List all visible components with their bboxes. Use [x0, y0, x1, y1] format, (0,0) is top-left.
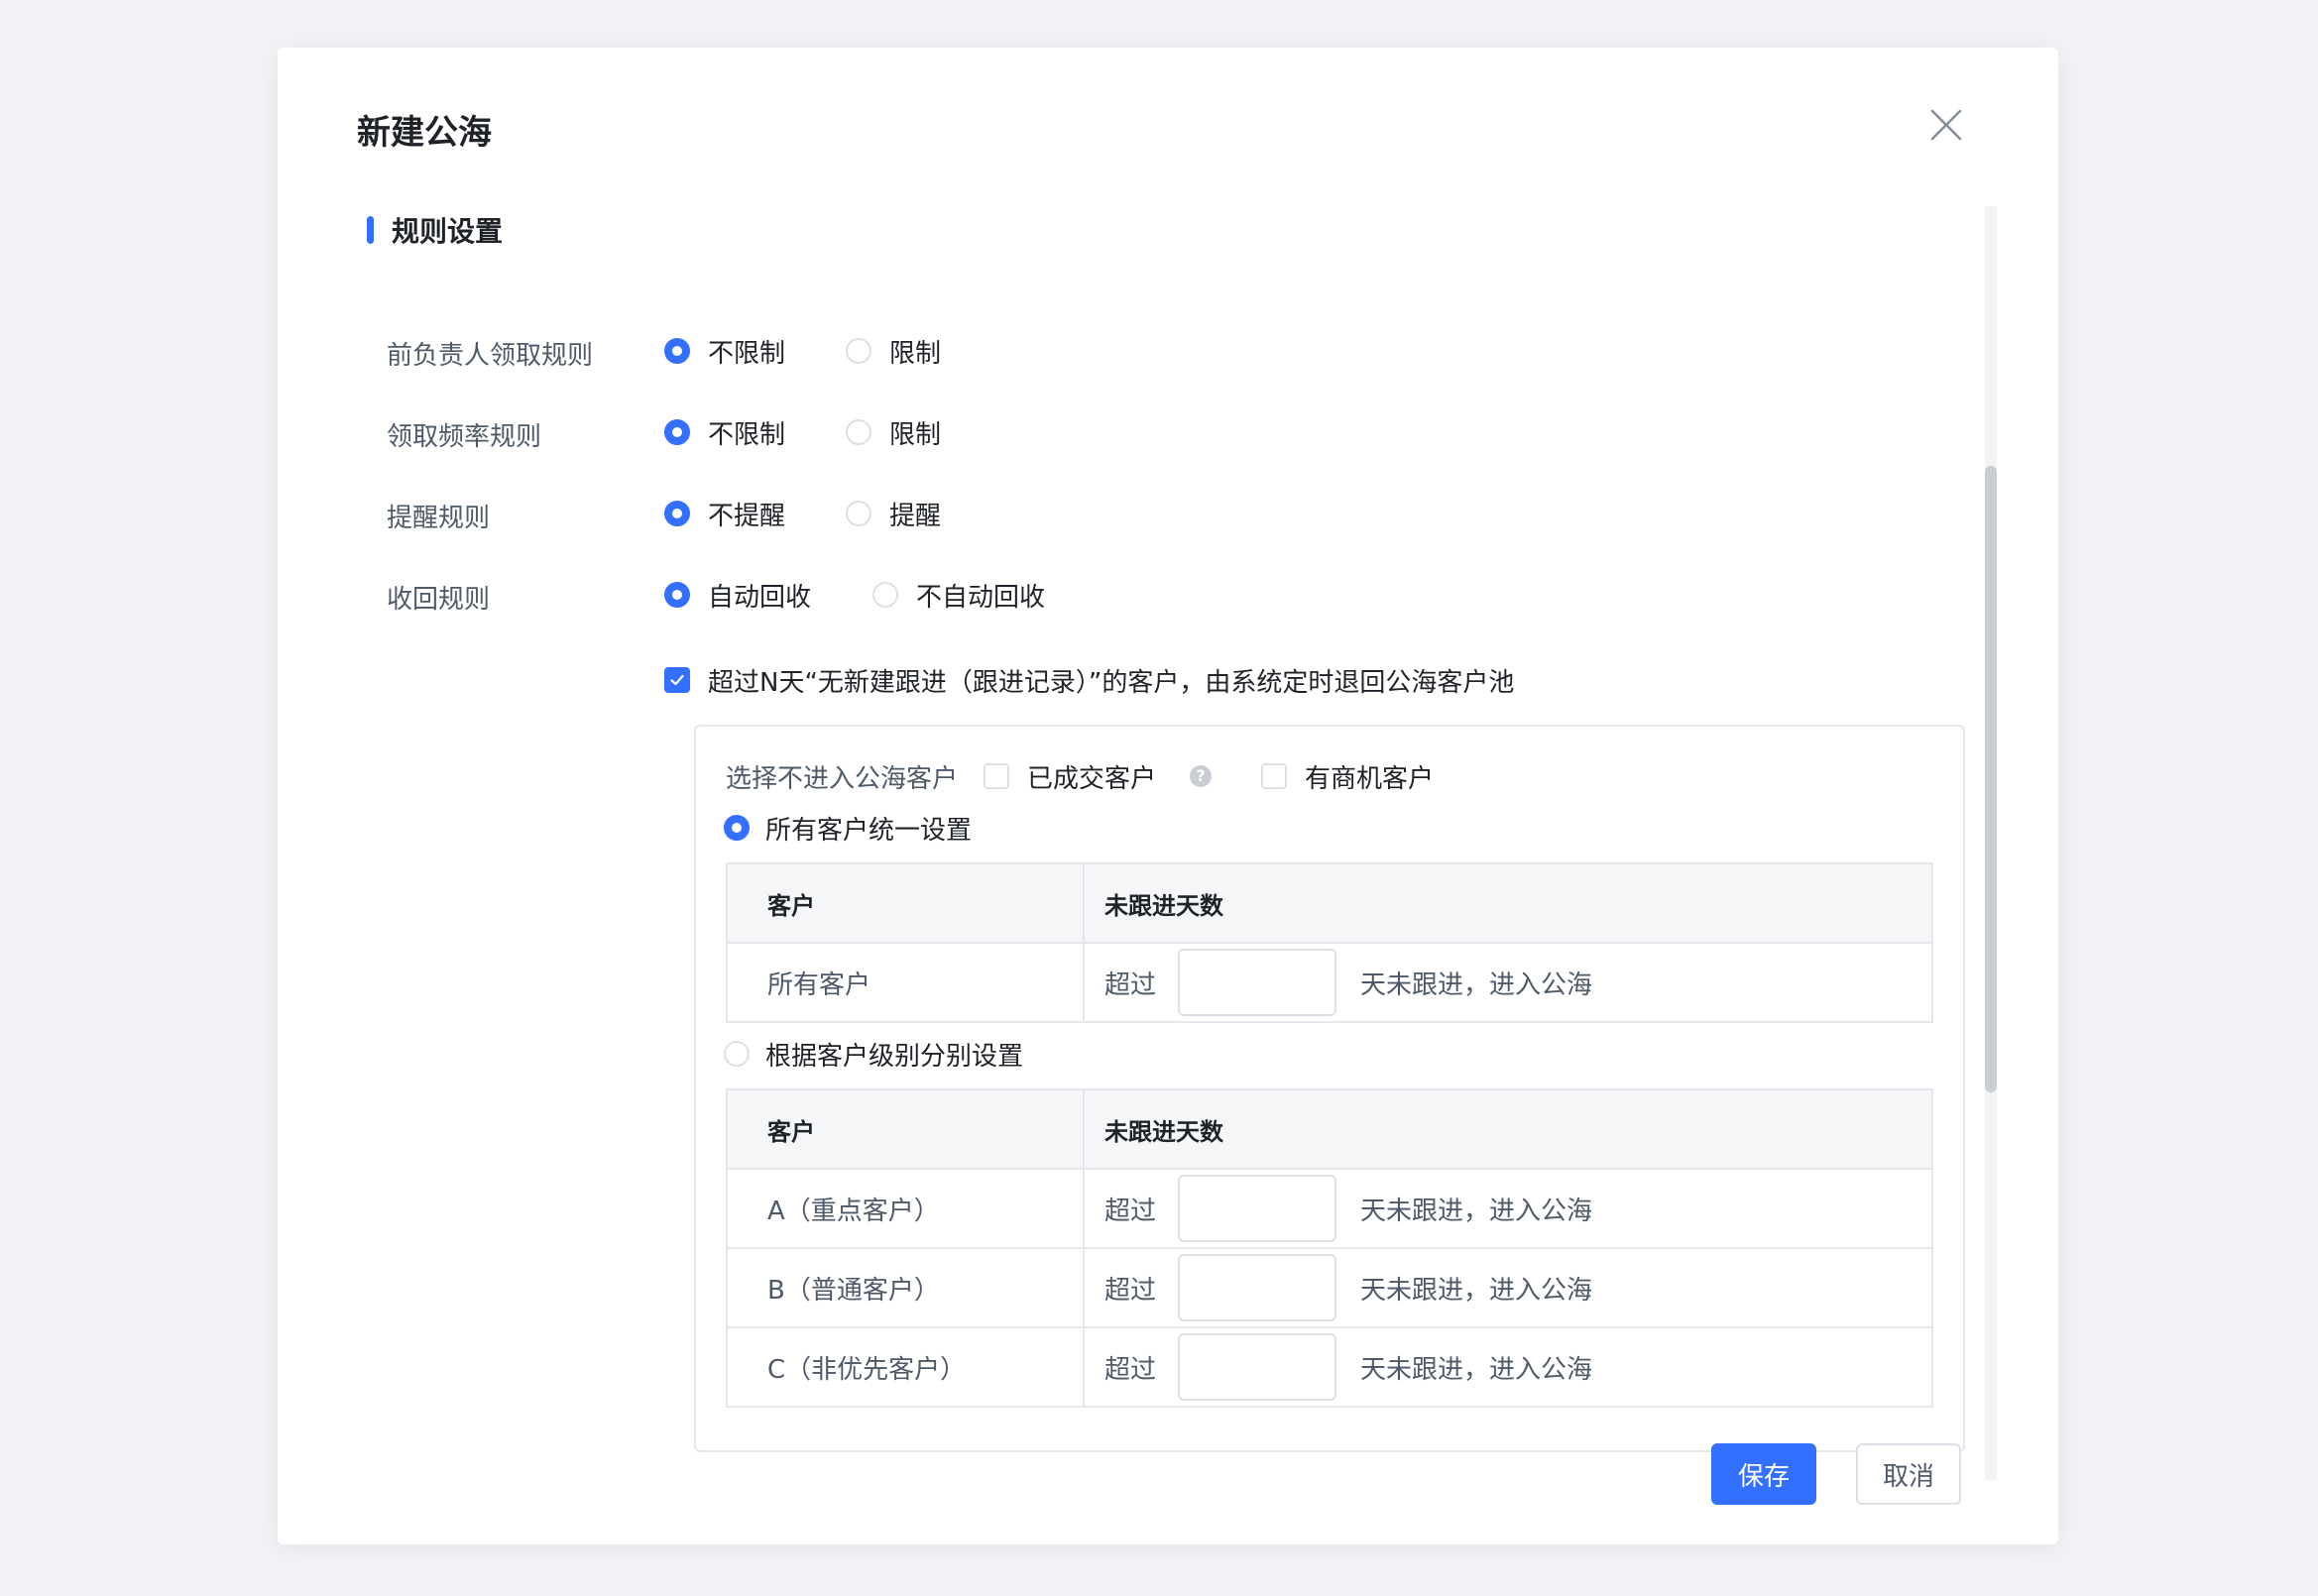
- section-accent-bar: [367, 216, 374, 244]
- radio-option-no-auto-reclaim[interactable]: 不自动回收: [872, 575, 1045, 615]
- exclude-closed-deal-checkbox[interactable]: 已成交客户: [984, 758, 1156, 795]
- radio-label: 自动回收: [708, 582, 812, 613]
- exclude-opportunity-checkbox[interactable]: 有商机客户: [1261, 758, 1434, 795]
- radio-label: 不提醒: [708, 501, 786, 531]
- save-button[interactable]: 保存: [1711, 1443, 1816, 1505]
- radio-mode-by-level[interactable]: 根据客户级别分别设置: [724, 1034, 1023, 1074]
- exclude-label: 选择不进入公海客户: [726, 763, 959, 794]
- days-suffix: 天未跟进，进入公海: [1360, 1354, 1593, 1385]
- checkbox-unchecked-icon[interactable]: [984, 763, 1010, 789]
- auto-return-checkbox-row[interactable]: 超过N天“无新建跟进（跟进记录）”的客户，由系统定时退回公海客户池: [664, 660, 1514, 700]
- radio-checked-icon[interactable]: [664, 501, 690, 526]
- rule-label: 前负责人领取规则: [387, 341, 594, 371]
- column-header: 未跟进天数: [1104, 891, 1223, 920]
- scrollbar[interactable]: [1985, 206, 1997, 1480]
- radio-label: 不限制: [708, 419, 786, 450]
- customer-cell: B（普通客户）: [767, 1275, 940, 1306]
- table-header-row: 客户 未跟进天数: [728, 1090, 1931, 1170]
- days-prefix: 超过: [1104, 969, 1157, 1000]
- table-row: 所有客户 超过 天未跟进，进入公海: [728, 944, 1931, 1023]
- table-header-row: 客户 未跟进天数: [728, 864, 1931, 944]
- checkbox-label: 已成交客户: [1027, 763, 1157, 794]
- exclude-customers-row: 选择不进入公海客户 已成交客户 ? 有商机客户: [726, 756, 1453, 796]
- days-input[interactable]: [1178, 1175, 1337, 1242]
- checkbox-checked-icon[interactable]: [664, 667, 690, 693]
- all-customers-table: 客户 未跟进天数 所有客户 超过 天未跟进，进入公海: [726, 862, 1933, 1023]
- table-row: A（重点客户） 超过 天未跟进，进入公海: [728, 1170, 1931, 1249]
- radio-option-limited[interactable]: 限制: [846, 331, 941, 371]
- radio-checked-icon[interactable]: [664, 338, 690, 364]
- checkbox-label: 有商机客户: [1305, 763, 1435, 794]
- column-header: 未跟进天数: [1104, 1117, 1223, 1146]
- auto-return-label: 超过N天“无新建跟进（跟进记录）”的客户，由系统定时退回公海客户池: [708, 667, 1515, 698]
- radio-mode-all-customers[interactable]: 所有客户统一设置: [724, 808, 972, 848]
- auto-return-settings-panel: 选择不进入公海客户 已成交客户 ? 有商机客户 所有客户统一设置 客户 未跟进天…: [694, 725, 1965, 1452]
- customer-cell: 所有客户: [767, 969, 871, 1000]
- days-prefix: 超过: [1104, 1275, 1157, 1306]
- radio-option-auto-reclaim[interactable]: 自动回收: [664, 575, 811, 615]
- days-input[interactable]: [1178, 1333, 1337, 1401]
- days-suffix: 天未跟进，进入公海: [1360, 1275, 1593, 1306]
- radio-label: 不自动回收: [916, 582, 1046, 613]
- radio-option-limited[interactable]: 限制: [846, 412, 941, 452]
- radio-unchecked-icon[interactable]: [846, 419, 871, 445]
- days-input[interactable]: [1178, 1254, 1337, 1321]
- table-row: B（普通客户） 超过 天未跟进，进入公海: [728, 1249, 1931, 1328]
- rule-label: 收回规则: [387, 585, 491, 615]
- radio-unchecked-icon[interactable]: [846, 501, 871, 526]
- close-icon[interactable]: [1928, 107, 1964, 143]
- radio-unchecked-icon[interactable]: [872, 582, 898, 608]
- radio-checked-icon[interactable]: [664, 582, 690, 608]
- days-suffix: 天未跟进，进入公海: [1360, 969, 1593, 1000]
- radio-unchecked-icon[interactable]: [724, 1041, 750, 1067]
- question-mark-icon[interactable]: ?: [1190, 765, 1213, 787]
- radio-label: 限制: [889, 419, 942, 450]
- days-input[interactable]: [1178, 949, 1337, 1016]
- column-header: 客户: [767, 1117, 815, 1146]
- days-suffix: 天未跟进，进入公海: [1360, 1196, 1593, 1226]
- section-header: 规则设置: [367, 210, 503, 250]
- customer-cell: A（重点客户）: [767, 1196, 940, 1226]
- radio-option-reminder[interactable]: 提醒: [846, 494, 941, 533]
- column-header: 客户: [767, 891, 815, 920]
- radio-checked-icon[interactable]: [664, 419, 690, 445]
- days-prefix: 超过: [1104, 1196, 1157, 1226]
- radio-option-no-reminder[interactable]: 不提醒: [664, 494, 785, 533]
- radio-label: 提醒: [889, 501, 942, 531]
- radio-label: 所有客户统一设置: [765, 815, 973, 846]
- radio-option-unlimited[interactable]: 不限制: [664, 331, 785, 371]
- checkbox-unchecked-icon[interactable]: [1261, 763, 1288, 789]
- scrollbar-thumb[interactable]: [1985, 466, 1997, 1092]
- rule-label: 提醒规则: [387, 504, 491, 533]
- radio-label: 不限制: [708, 338, 786, 369]
- section-title: 规则设置: [392, 215, 504, 248]
- level-customers-table: 客户 未跟进天数 A（重点客户） 超过 天未跟进，进入公海 B（普通客户） 超过…: [726, 1088, 1933, 1408]
- radio-label: 限制: [889, 338, 942, 369]
- radio-option-unlimited[interactable]: 不限制: [664, 412, 785, 452]
- radio-label: 根据客户级别分别设置: [765, 1041, 1024, 1072]
- new-public-pool-dialog: 新建公海 规则设置 前负责人领取规则 不限制 限制 领取频率规则 不限制 限制: [278, 48, 2058, 1544]
- table-row: C（非优先客户） 超过 天未跟进，进入公海: [728, 1328, 1931, 1408]
- rule-label: 领取频率规则: [387, 422, 542, 452]
- dialog-title: 新建公海: [357, 113, 492, 153]
- radio-checked-icon[interactable]: [724, 815, 750, 841]
- days-prefix: 超过: [1104, 1354, 1157, 1385]
- customer-cell: C（非优先客户）: [767, 1354, 967, 1385]
- cancel-button[interactable]: 取消: [1856, 1443, 1961, 1505]
- radio-unchecked-icon[interactable]: [846, 338, 871, 364]
